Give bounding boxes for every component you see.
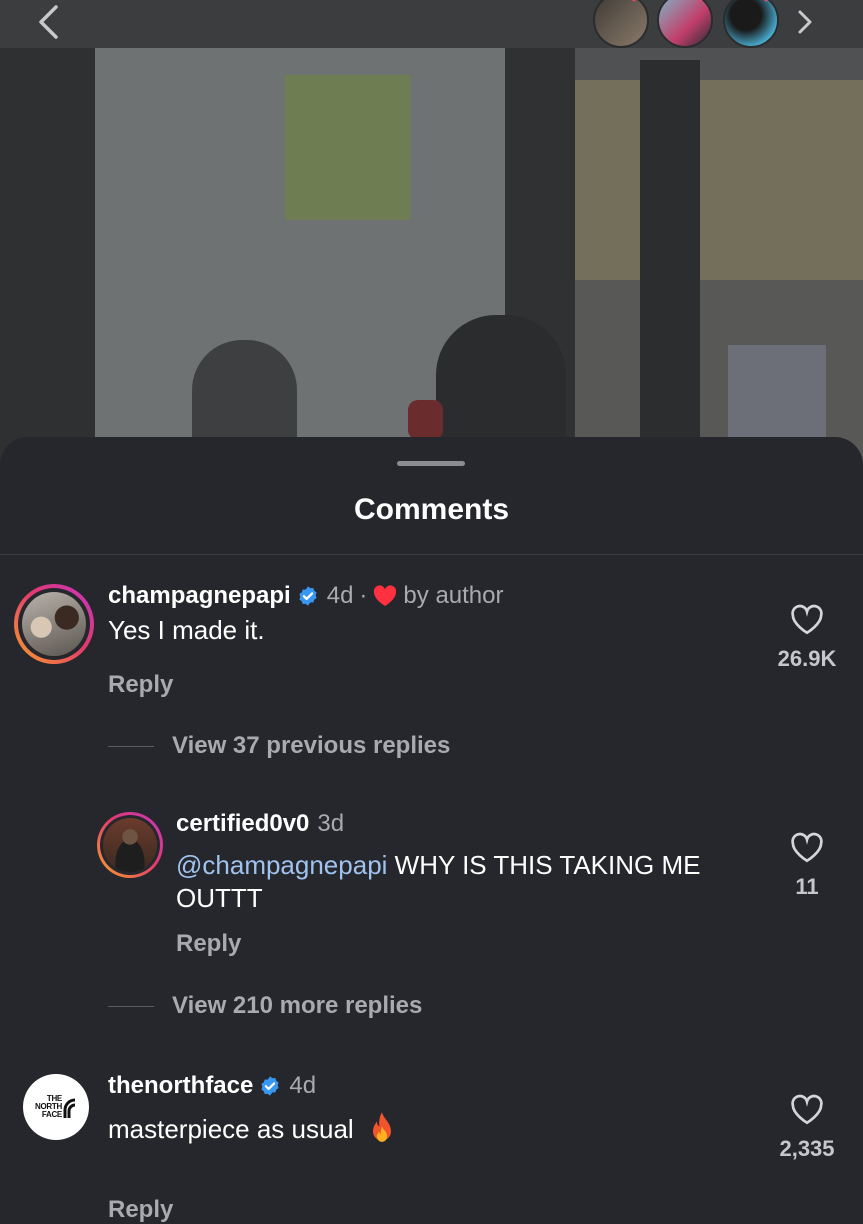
- avatar[interactable]: [14, 584, 94, 664]
- north-face-logo: THE NORTH FACE: [35, 1095, 77, 1119]
- comment-time: 4d: [289, 1072, 317, 1099]
- heart-filled-icon: [374, 585, 397, 606]
- view-previous-replies[interactable]: View 37 previous replies: [108, 732, 450, 760]
- story-video-frame: [0, 0, 863, 470]
- comment-text: Yes I made it.: [108, 615, 265, 645]
- heart-outline-icon[interactable]: [790, 832, 824, 864]
- fire-emoji-icon: [372, 1112, 391, 1142]
- reply-button[interactable]: Reply: [176, 930, 241, 958]
- verified-badge-icon: [261, 1076, 279, 1096]
- like-control: 2,335: [767, 1094, 847, 1162]
- verified-badge-icon: [299, 586, 317, 606]
- heart-icon: [763, 0, 769, 2]
- comment-time: 3d: [317, 810, 345, 837]
- heart-icon: [697, 0, 703, 2]
- view-more-replies[interactable]: View 210 more replies: [108, 992, 422, 1020]
- sheet-title: Comments: [353, 493, 510, 526]
- divider: [0, 554, 863, 555]
- avatar[interactable]: THE NORTH FACE: [23, 1074, 89, 1140]
- comment-username[interactable]: champagnepapi: [108, 582, 291, 610]
- mention-link[interactable]: @champagnepapi: [176, 850, 387, 880]
- like-count: 26.9K: [777, 646, 837, 671]
- comment-username[interactable]: thenorthface: [108, 1072, 253, 1100]
- comment-time: 4d: [326, 582, 354, 609]
- view-replies-label: View 210 more replies: [172, 992, 423, 1019]
- liked-by-author-label: by author: [403, 582, 504, 609]
- like-count: 11: [795, 874, 819, 899]
- heart-outline-icon[interactable]: [790, 1094, 824, 1126]
- back-chevron-icon[interactable]: [28, 2, 68, 42]
- avatar: [657, 0, 713, 48]
- separator-dot: ·: [359, 582, 368, 609]
- avatar: [593, 0, 649, 48]
- comments-sheet: Comments champagnepapi 4d · by author Ye…: [0, 437, 863, 1223]
- avatar: [723, 0, 779, 48]
- heart-icon: [631, 0, 637, 2]
- reply-button[interactable]: Reply: [108, 1196, 173, 1224]
- like-count: 2,335: [779, 1136, 835, 1161]
- like-control: 11: [767, 832, 847, 900]
- view-replies-label: View 37 previous replies: [172, 732, 451, 759]
- avatar[interactable]: [97, 812, 163, 878]
- comment-text: masterpiece as usual: [108, 1111, 398, 1147]
- heart-outline-icon[interactable]: [790, 604, 824, 636]
- liked-by-avatar-stack[interactable]: [585, 0, 825, 52]
- forward-chevron-icon[interactable]: [790, 2, 820, 42]
- sheet-grabber-handle[interactable]: [397, 461, 465, 466]
- comment-text: @champagnepapi WHY IS THIS TAKING ME OUT…: [176, 850, 701, 913]
- like-control: 26.9K: [767, 604, 847, 672]
- reply-button[interactable]: Reply: [108, 671, 173, 699]
- comment-username[interactable]: certified0v0: [176, 810, 309, 838]
